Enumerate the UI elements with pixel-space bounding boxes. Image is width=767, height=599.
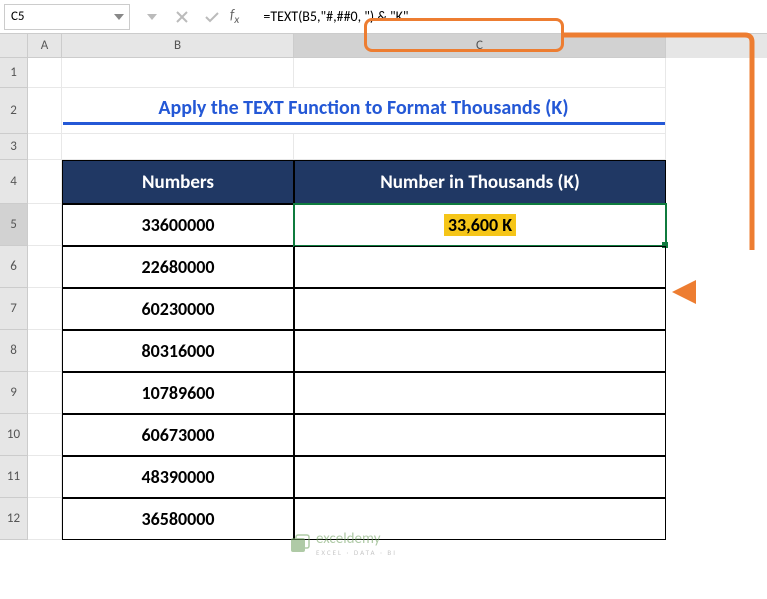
cell-A9[interactable] <box>28 372 62 414</box>
cell-B8[interactable]: 80316000 <box>62 330 294 372</box>
cancel-icon[interactable] <box>170 5 194 29</box>
formula-bar-buttons: fx <box>140 5 247 29</box>
cell-C8[interactable] <box>294 330 666 372</box>
formula-input[interactable]: =TEXT(B5,"#,##0, ") & "K" <box>257 4 763 30</box>
row-header-9[interactable]: 9 <box>0 372 28 414</box>
cell-B5[interactable]: 33600000 <box>62 204 294 246</box>
col-header-C[interactable]: C <box>294 34 666 58</box>
table-row: Apply the TEXT Function to Format Thousa… <box>28 88 767 134</box>
row-header-7[interactable]: 7 <box>0 288 28 330</box>
cell-B11[interactable]: 48390000 <box>62 456 294 498</box>
cell-A12[interactable] <box>28 498 62 540</box>
row-header-1[interactable]: 1 <box>0 58 28 88</box>
cell-C7[interactable] <box>294 288 666 330</box>
table-row: 33600000 33,600 K <box>28 204 767 246</box>
cell-C9[interactable] <box>294 372 666 414</box>
name-formula-bar: C5 fx =TEXT(B5,"#,##0, ") & "K" <box>0 0 767 34</box>
grid-area: A B C 1 2 3 4 5 6 7 8 9 10 11 12 <box>0 34 767 540</box>
watermark-brand: exceldemy <box>316 530 380 548</box>
table-row: 60230000 <box>28 288 767 330</box>
column-headers-row: A B C <box>0 34 767 58</box>
cell-B7[interactable]: 60230000 <box>62 288 294 330</box>
table-header-numbers[interactable]: Numbers <box>62 160 294 204</box>
table-row: Numbers Number in Thousands (K) <box>28 160 767 204</box>
cell-C10[interactable] <box>294 414 666 456</box>
cell-A11[interactable] <box>28 456 62 498</box>
cell-B9[interactable]: 10789600 <box>62 372 294 414</box>
row-header-10[interactable]: 10 <box>0 414 28 456</box>
col-header-B[interactable]: B <box>62 34 294 58</box>
title-cell[interactable]: Apply the TEXT Function to Format Thousa… <box>62 88 666 134</box>
select-all-corner[interactable] <box>0 34 28 58</box>
cells-container: Apply the TEXT Function to Format Thousa… <box>28 58 767 540</box>
row-header-8[interactable]: 8 <box>0 330 28 372</box>
row-header-6[interactable]: 6 <box>0 246 28 288</box>
cell-A8[interactable] <box>28 330 62 372</box>
cell-B12[interactable]: 36580000 <box>62 498 294 540</box>
row-header-5[interactable]: 5 <box>0 204 28 246</box>
row-header-12[interactable]: 12 <box>0 498 28 540</box>
cell-C5[interactable]: 33,600 K <box>294 204 666 246</box>
watermark-icon <box>290 534 310 554</box>
watermark-logo: exceldemy EXCEL · DATA · BI <box>290 530 397 557</box>
cell-A6[interactable] <box>28 246 62 288</box>
cell-B10[interactable]: 60673000 <box>62 414 294 456</box>
watermark-tagline: EXCEL · DATA · BI <box>316 548 397 557</box>
cell-A4[interactable] <box>28 160 62 204</box>
cell-C6[interactable] <box>294 246 666 288</box>
table-row: 10789600 <box>28 372 767 414</box>
table-row <box>28 58 767 88</box>
table-row: 48390000 <box>28 456 767 498</box>
table-row: 80316000 <box>28 330 767 372</box>
enter-icon[interactable] <box>200 5 224 29</box>
cell-C3[interactable] <box>294 134 666 160</box>
name-box[interactable]: C5 <box>4 4 130 30</box>
cell-A10[interactable] <box>28 414 62 456</box>
page-title: Apply the TEXT Function to Format Thousa… <box>63 96 665 125</box>
grid-body: 1 2 3 4 5 6 7 8 9 10 11 12 Apply <box>0 58 767 540</box>
cell-A1[interactable] <box>28 58 62 88</box>
cell-C11[interactable] <box>294 456 666 498</box>
table-row: 36580000 <box>28 498 767 540</box>
row-header-11[interactable]: 11 <box>0 456 28 498</box>
function-dropdown-icon[interactable] <box>140 5 164 29</box>
col-header-A[interactable]: A <box>28 34 62 58</box>
fx-icon[interactable]: fx <box>230 6 239 27</box>
cell-C1[interactable] <box>294 58 666 88</box>
formula-text: =TEXT(B5,"#,##0, ") & "K" <box>263 8 408 25</box>
cell-A2[interactable] <box>28 88 62 134</box>
name-box-dropdown-icon[interactable] <box>111 8 127 26</box>
cell-B1[interactable] <box>62 58 294 88</box>
cell-A7[interactable] <box>28 288 62 330</box>
row-header-4[interactable]: 4 <box>0 160 28 204</box>
cell-A5[interactable] <box>28 204 62 246</box>
row-header-3[interactable]: 3 <box>0 134 28 160</box>
cell-B3[interactable] <box>62 134 294 160</box>
table-row: 22680000 <box>28 246 767 288</box>
name-box-value: C5 <box>11 9 25 24</box>
table-row: 60673000 <box>28 414 767 456</box>
cell-B6[interactable]: 22680000 <box>62 246 294 288</box>
row-headers: 1 2 3 4 5 6 7 8 9 10 11 12 <box>0 58 28 540</box>
table-row <box>28 134 767 160</box>
result-value: 33,600 K <box>444 214 516 236</box>
table-header-thousands[interactable]: Number in Thousands (K) <box>294 160 666 204</box>
cell-A3[interactable] <box>28 134 62 160</box>
row-header-2[interactable]: 2 <box>0 88 28 134</box>
